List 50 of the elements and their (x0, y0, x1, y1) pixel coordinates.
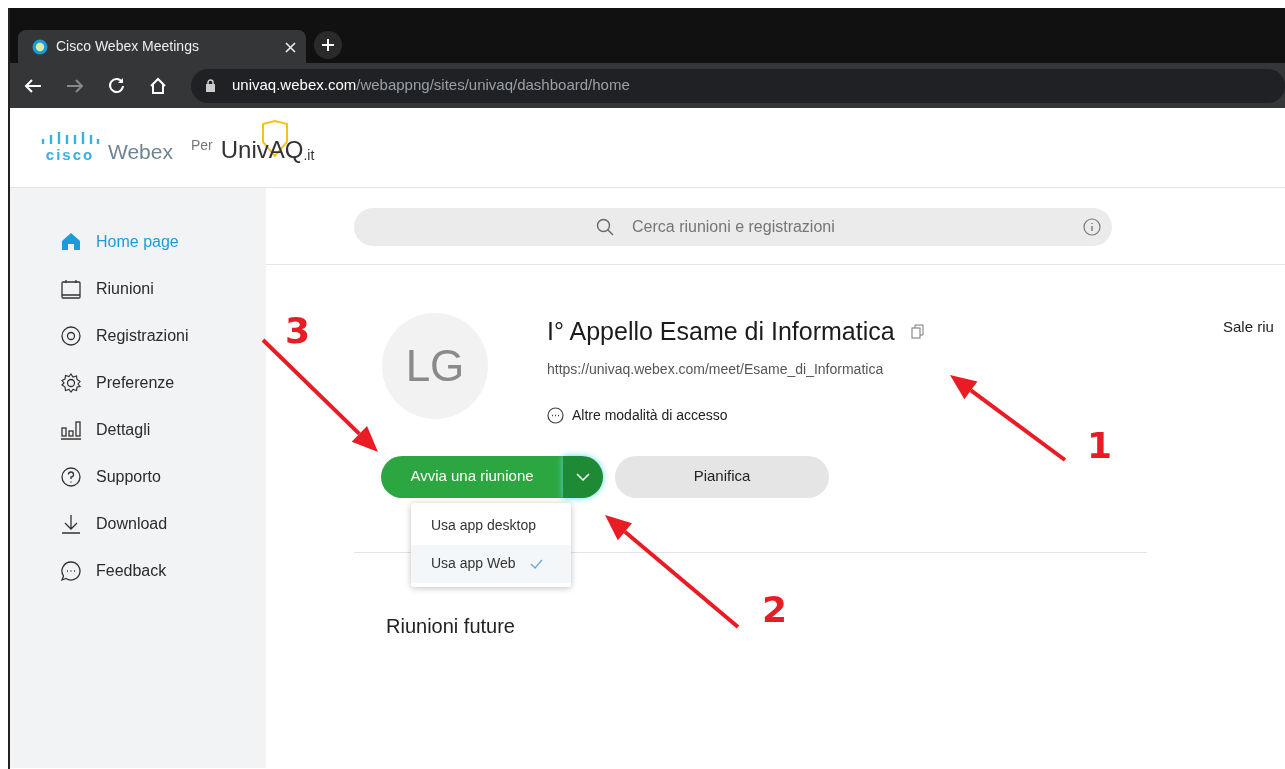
browser-tab[interactable]: Cisco Webex Meetings (18, 30, 306, 63)
sidebar-item[interactable]: Download (10, 500, 266, 547)
forward-icon[interactable] (66, 77, 84, 94)
brand-text: cisco (45, 147, 95, 162)
download-icon (60, 512, 82, 535)
annotation-number: 2 (762, 589, 788, 630)
lock-icon (205, 79, 216, 92)
annotation-number: 3 (285, 310, 311, 351)
dropdown-button[interactable] (563, 455, 603, 498)
schedule-button[interactable]: Pianifica (615, 455, 829, 498)
sidebar-item[interactable]: Registrazioni (10, 312, 266, 359)
product-name: Webex (108, 141, 173, 162)
url-text: univaq.webex.com/webappng/sites/univaq/dashboard/home (232, 75, 630, 96)
sidebar-item[interactable]: Preferenze (10, 359, 266, 406)
copy-icon[interactable] (910, 324, 924, 340)
sidebar-item[interactable]: Dettagli (10, 406, 266, 453)
menu-item[interactable]: Usa app Web (411, 544, 571, 583)
chevron-icon (576, 472, 590, 481)
info-icon[interactable] (1083, 218, 1101, 236)
back-icon[interactable] (24, 77, 42, 94)
menu-item[interactable]: Usa app desktop (411, 506, 571, 545)
sidebar-item[interactable]: Riunioni (10, 265, 266, 312)
access-link[interactable]: Altre modalità di accesso (572, 404, 728, 426)
more-icon (547, 406, 564, 424)
search-input[interactable]: Cerca riunioni e registrazioni (630, 214, 870, 240)
settings-icon (60, 371, 82, 394)
record-icon (60, 324, 82, 347)
per-text: Per (191, 136, 213, 155)
address-bar[interactable]: univaq.webex.com/webappng/sites/univaq/dashboard/home (191, 68, 1285, 103)
tab-title: Cisco Webex Meetings (56, 37, 199, 56)
sidebar-item[interactable]: Supporto (10, 453, 266, 500)
meeting-link[interactable]: https://univaq.webex.com/meet/Esame_di_Informatica (547, 358, 924, 380)
check-icon (529, 558, 543, 569)
new-tab-icon[interactable] (314, 31, 342, 59)
bars-icon (40, 131, 100, 147)
globe-icon (32, 38, 48, 55)
section-heading: Riunioni future (386, 613, 515, 639)
meeting-title: I° Appello Esame di Informatica (547, 316, 895, 347)
avatar-initials: LG (382, 313, 488, 419)
home-icon[interactable] (149, 76, 167, 95)
sidebar-item[interactable]: Feedback (10, 547, 266, 594)
reload-icon[interactable] (108, 77, 125, 94)
bar-chart-icon (60, 418, 82, 441)
help-icon (60, 465, 82, 488)
search-icon (596, 218, 614, 236)
chat-icon (60, 559, 82, 582)
calendar-icon (60, 277, 82, 300)
rooms-heading: Sale riu (1223, 317, 1274, 337)
annotation-number: 1 (1087, 425, 1113, 466)
home-icon (60, 230, 82, 253)
